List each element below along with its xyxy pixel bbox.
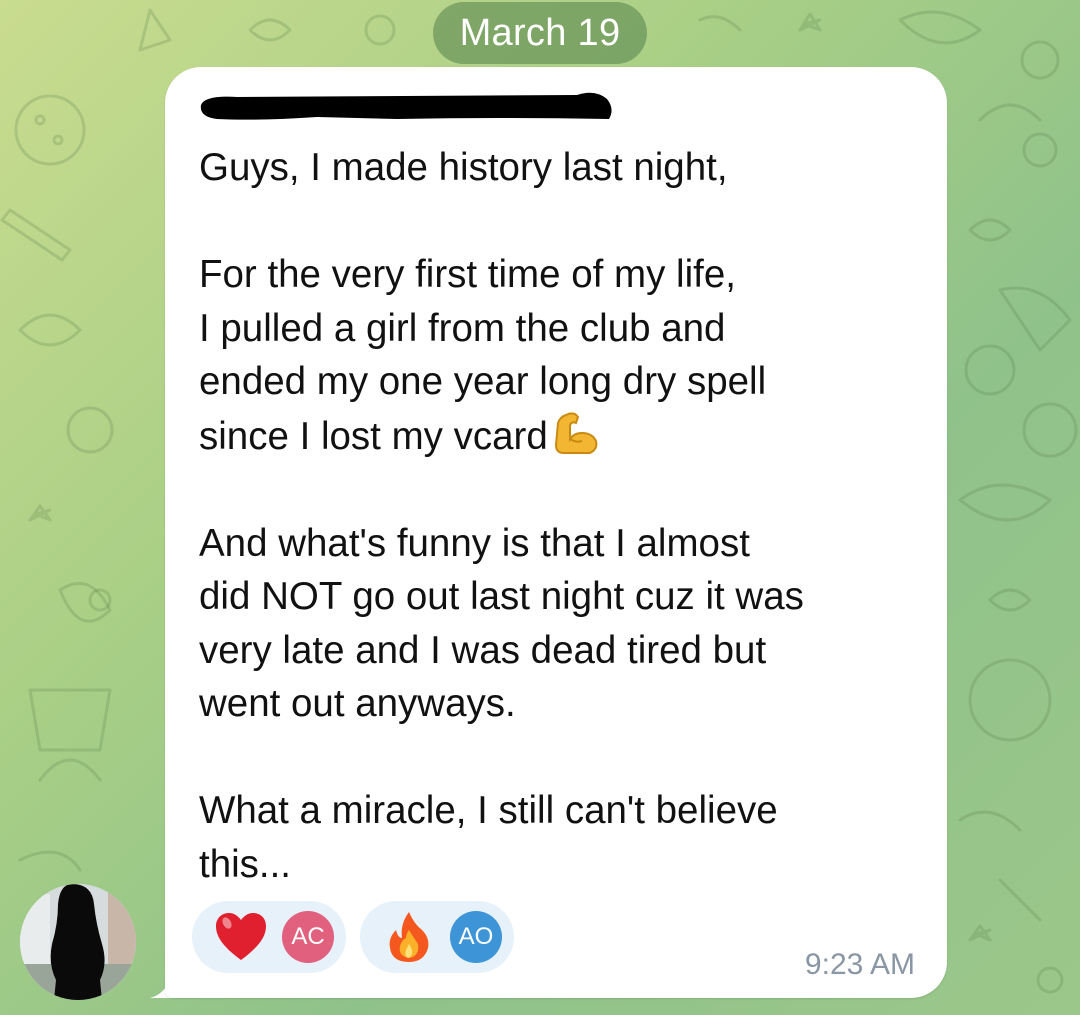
reaction-user-avatar: AO: [450, 911, 502, 963]
message-text: Guys, I made history last night, For the…: [199, 141, 919, 891]
fire-icon: [389, 912, 429, 962]
reaction-heart[interactable]: AC: [192, 901, 346, 973]
date-separator: March 19: [433, 2, 647, 64]
reaction-user-avatar: AC: [282, 911, 334, 963]
message-bubble[interactable]: Guys, I made history last night, For the…: [165, 67, 947, 998]
message-text-part-1: Guys, I made history last night, For the…: [199, 146, 767, 458]
sender-avatar[interactable]: [20, 884, 136, 1000]
message-text-part-2: And what's funny is that I almost did NO…: [199, 521, 804, 886]
heart-icon: [216, 913, 266, 960]
reaction-fire[interactable]: AO: [360, 901, 514, 973]
reactions-row: AC AO: [192, 901, 514, 973]
message-timestamp: 9:23 AM: [804, 948, 915, 981]
redacted-sender-name: [200, 92, 612, 120]
avatar-silhouette: [20, 884, 136, 1000]
flexed-biceps-icon: [554, 411, 598, 454]
